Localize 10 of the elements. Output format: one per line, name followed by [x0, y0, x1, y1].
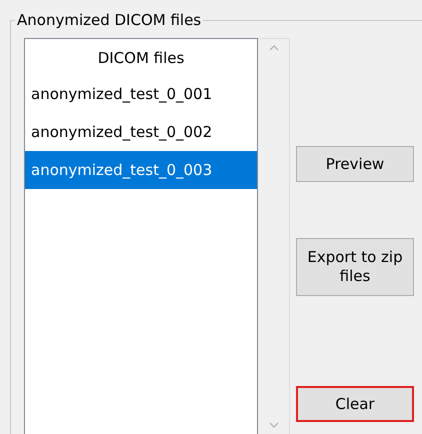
- file-list[interactable]: DICOM files anonymized_test_0_001 anonymized_test_0_002 anonymized_test_0_003: [24, 38, 258, 434]
- action-button[interactable]: Clear: [296, 386, 414, 422]
- action-button[interactable]: Export to zip files: [296, 238, 414, 296]
- list-item[interactable]: anonymized_test_0_002: [25, 113, 257, 151]
- scrollbar[interactable]: [258, 38, 290, 434]
- action-button[interactable]: Preview: [296, 146, 414, 182]
- list-item[interactable]: anonymized_test_0_001: [25, 75, 257, 113]
- list-item[interactable]: anonymized_test_0_003: [25, 151, 257, 189]
- group-title: Anonymized DICOM files: [15, 11, 204, 29]
- list-header: DICOM files: [96, 48, 186, 69]
